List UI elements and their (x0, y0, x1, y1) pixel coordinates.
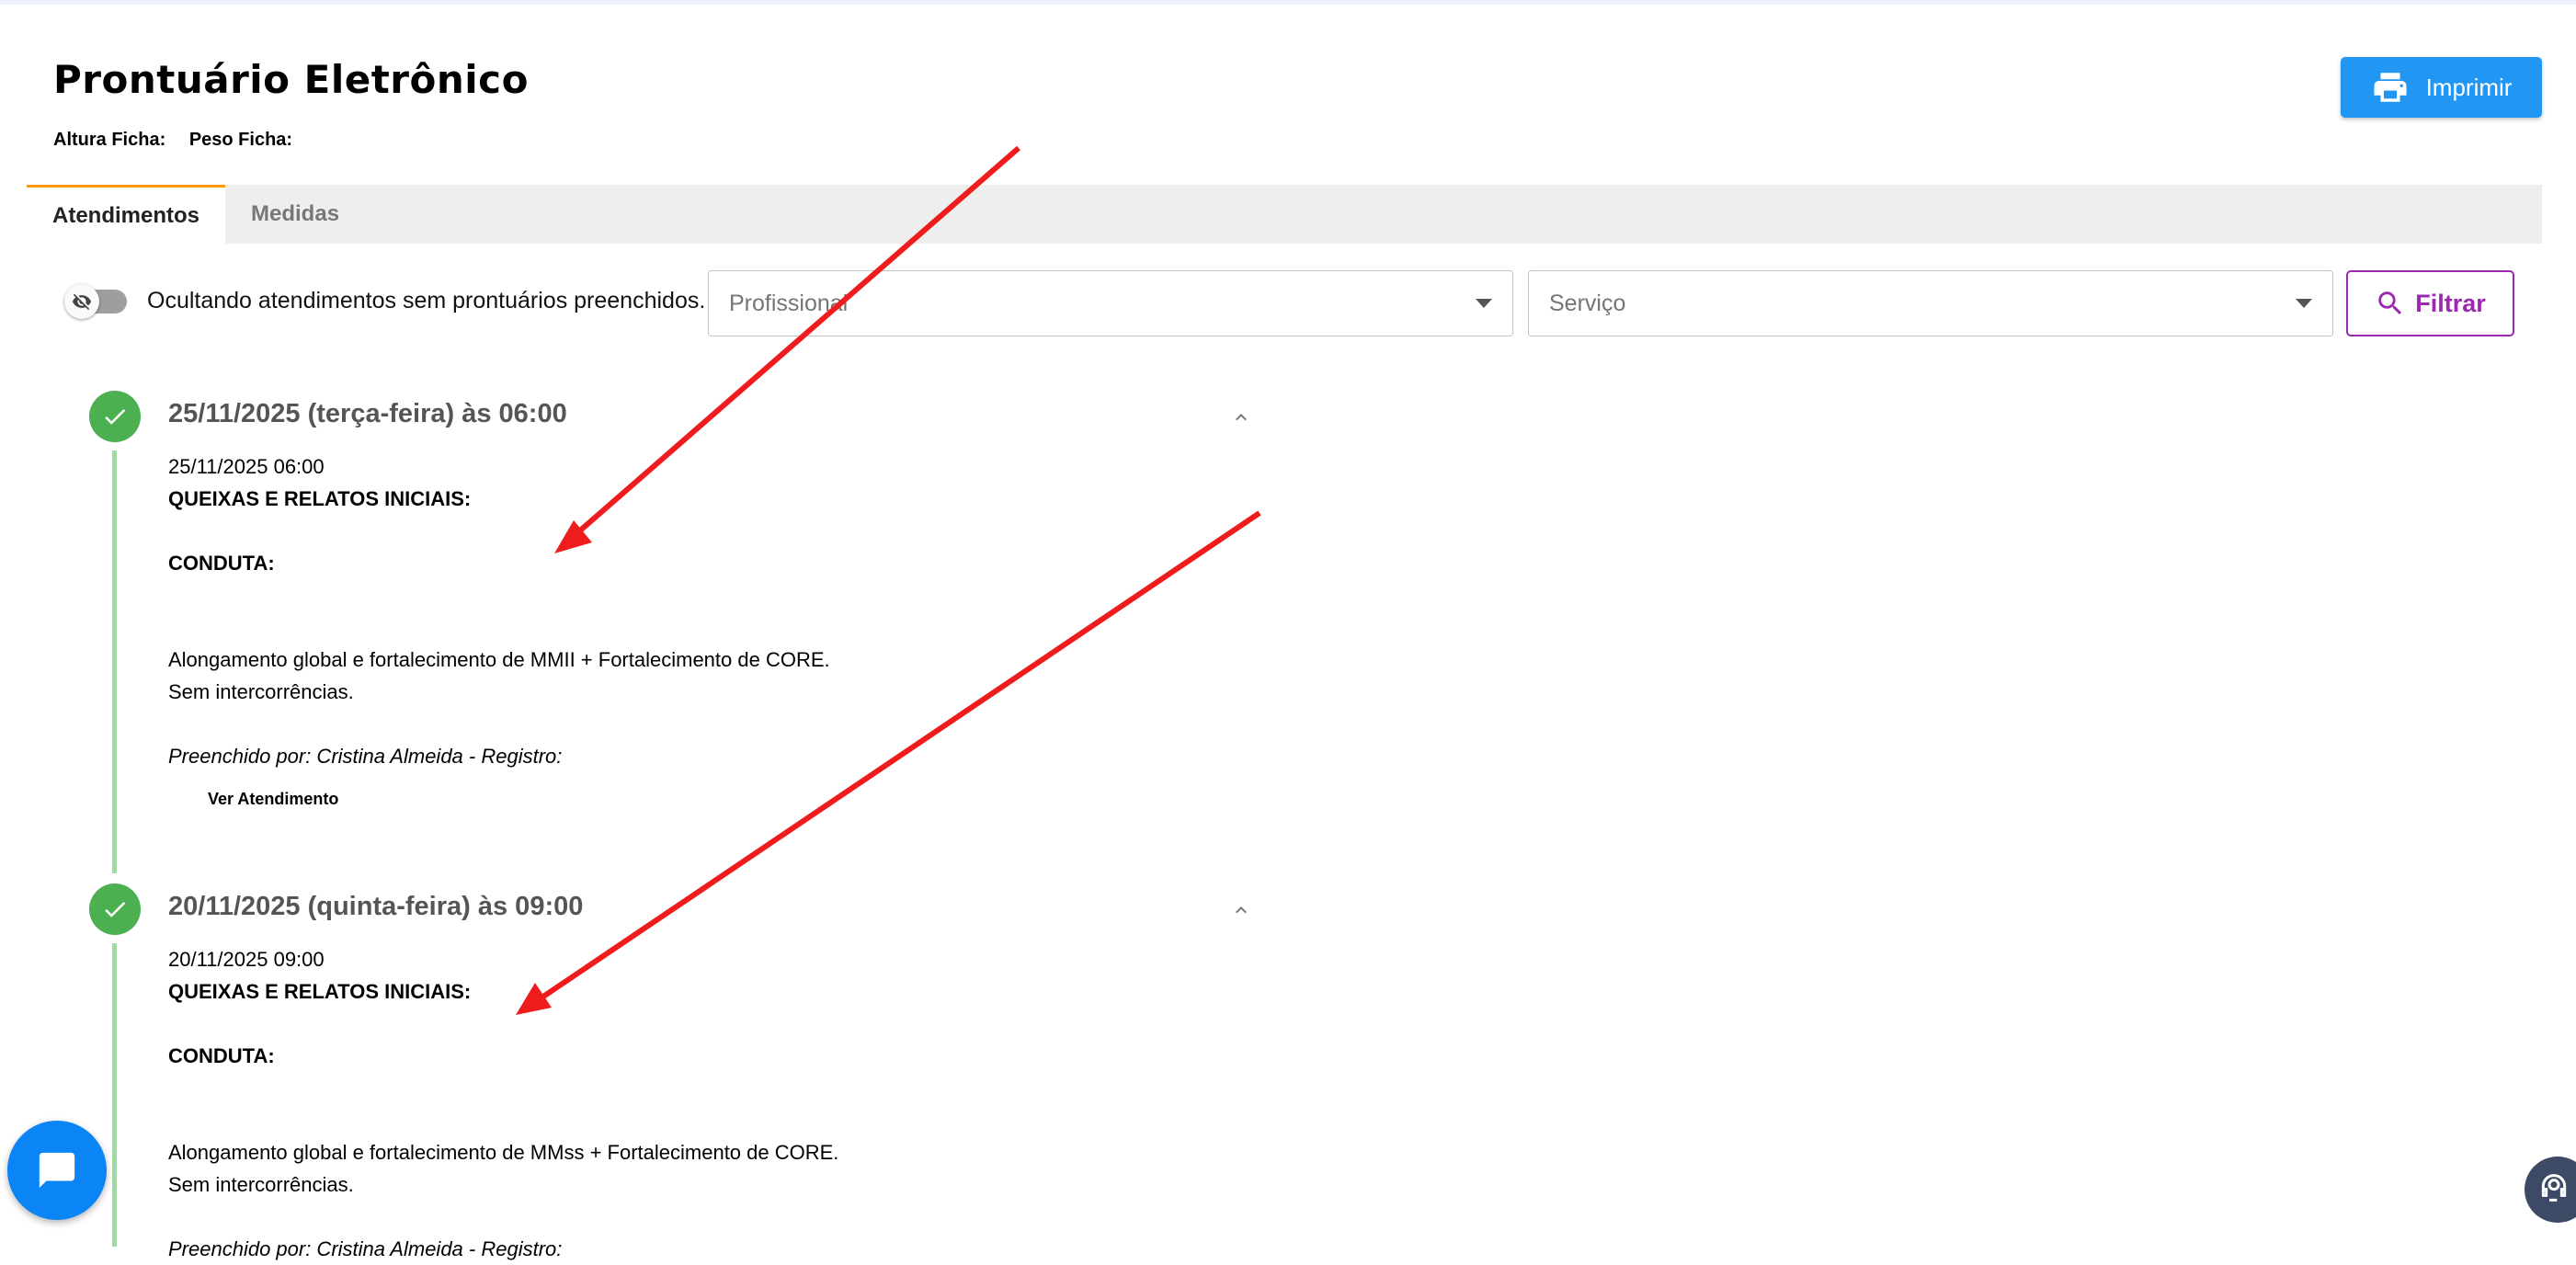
entry-datetime: 25/11/2025 06:00 (168, 455, 325, 478)
dropdown-arrow-icon (2296, 299, 2312, 308)
support-button[interactable] (2525, 1157, 2576, 1223)
check-icon (105, 408, 126, 425)
search-icon (2378, 291, 2402, 315)
altura-label: Altura Ficha: (53, 130, 166, 150)
hide-empty-toggle-row: Ocultando atendimentos sem prontuários p… (64, 283, 706, 319)
servico-placeholder: Serviço (1549, 290, 1626, 316)
hide-empty-toggle[interactable] (64, 283, 127, 319)
profissional-select[interactable]: Profissional (708, 270, 1513, 336)
toggle-knob[interactable] (64, 283, 99, 319)
queixas-label: QUEIXAS E RELATOS INICIAIS: (168, 487, 472, 510)
filled-by: Preenchido por: Cristina Almeida - Regis… (168, 745, 563, 768)
check-icon (105, 901, 126, 917)
tabs-bar: Atendimentos Medidas (27, 185, 2542, 244)
print-button-label: Imprimir (2425, 73, 2513, 101)
filter-button-label: Filtrar (2415, 289, 2486, 317)
timeline-check-dot (89, 391, 141, 442)
timeline-check-dot (89, 883, 141, 935)
tab-medidas[interactable]: Medidas (225, 185, 365, 244)
conduta-text-line2: Sem intercorrências. (168, 680, 354, 703)
conduta-text-line1: Alongamento global e fortalecimento de M… (168, 648, 830, 671)
entry-datetime: 20/11/2025 09:00 (168, 948, 325, 971)
printer-icon (2374, 73, 2407, 102)
entry-body: 20/11/2025 09:00 QUEIXAS E RELATOS INICI… (168, 943, 1271, 1265)
conduta-text-line1: Alongamento global e fortalecimento de M… (168, 1141, 839, 1164)
timeline-line (112, 450, 117, 873)
chevron-up-icon[interactable] (1230, 406, 1252, 428)
conduta-label: CONDUTA: (168, 552, 275, 575)
chat-icon (39, 1152, 75, 1189)
entry-heading: 20/11/2025 (quinta-feira) às 09:00 (168, 892, 584, 921)
toggle-label: Ocultando atendimentos sem prontuários p… (147, 288, 706, 313)
top-border (0, 0, 2576, 5)
chevron-up-icon[interactable] (1230, 899, 1252, 921)
filled-by: Preenchido por: Cristina Almeida - Regis… (168, 1237, 563, 1260)
filter-button[interactable]: Filtrar (2346, 270, 2514, 336)
timeline-line (112, 943, 117, 1247)
eye-off-icon (72, 293, 92, 310)
tab-atendimentos[interactable]: Atendimentos (27, 185, 226, 244)
queixas-label: QUEIXAS E RELATOS INICIAIS: (168, 980, 472, 1003)
patient-meta: Altura Ficha: Peso Ficha: (53, 130, 311, 151)
conduta-label: CONDUTA: (168, 1044, 275, 1067)
peso-label: Peso Ficha: (188, 130, 293, 150)
chat-button[interactable] (7, 1121, 107, 1220)
page-title: Prontuário Eletrônico (53, 57, 529, 102)
ver-atendimento-link[interactable]: Ver Atendimento (208, 783, 338, 815)
servico-select[interactable]: Serviço (1528, 270, 2333, 336)
profissional-placeholder: Profissional (729, 290, 849, 316)
entry-heading: 25/11/2025 (terça-feira) às 06:00 (168, 399, 567, 428)
conduta-text-line2: Sem intercorrências. (168, 1173, 354, 1196)
print-button[interactable]: Imprimir (2341, 57, 2542, 118)
entry-body: 25/11/2025 06:00 QUEIXAS E RELATOS INICI… (168, 450, 1271, 815)
support-agent-icon (2541, 1174, 2567, 1202)
dropdown-arrow-icon (1476, 299, 1492, 308)
